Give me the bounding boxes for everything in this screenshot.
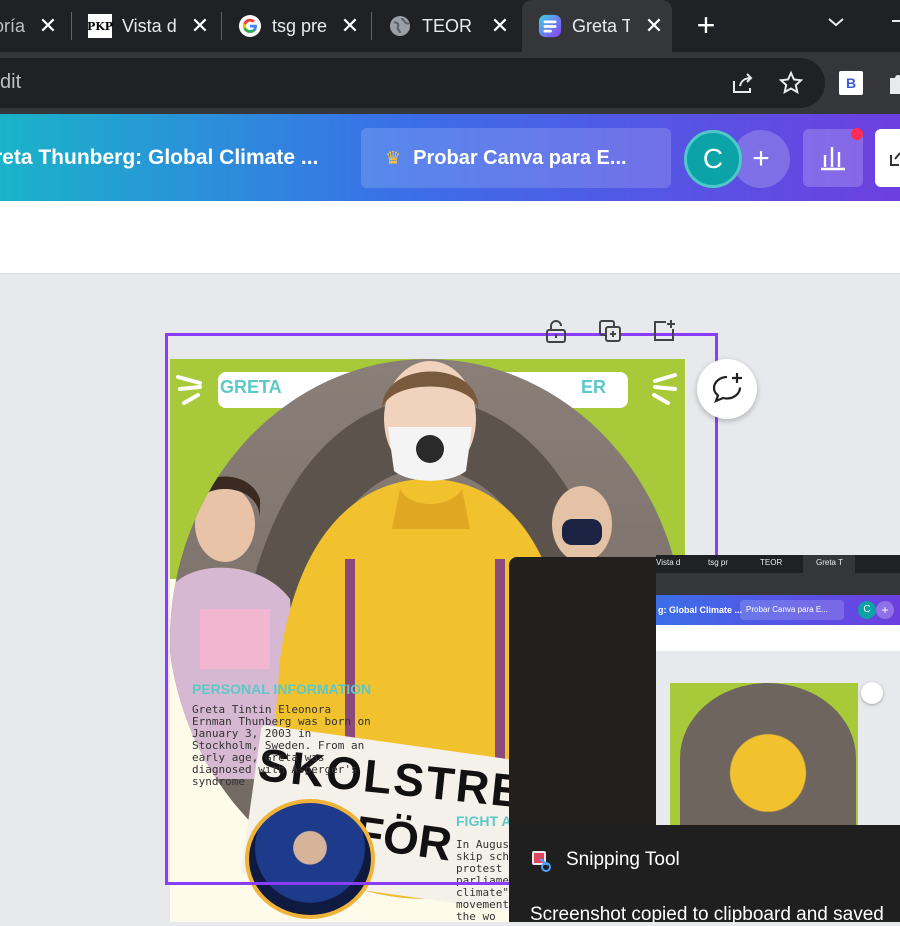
tab-search-chevron-icon[interactable] xyxy=(824,10,848,34)
thumb-photo xyxy=(680,683,856,825)
thumb-avatar: C xyxy=(858,601,876,619)
globe-icon xyxy=(388,14,412,38)
try-canva-button[interactable]: ♛ Probar Canva para E... xyxy=(361,128,671,188)
canva-favicon-icon xyxy=(538,14,562,38)
notification-app-name: Snipping Tool xyxy=(566,849,680,870)
tab-1-label: oría xyxy=(0,15,26,36)
tab-separator xyxy=(371,12,372,40)
tab-separator xyxy=(221,12,222,40)
close-icon[interactable]: ✕ xyxy=(642,14,666,38)
tab-2[interactable]: PKP Vista d ✕ xyxy=(88,0,218,52)
notification-message: Screenshot copied to clipboard and saved xyxy=(530,904,884,925)
thumb-tab-2: tsg pr xyxy=(708,558,729,567)
address-text: dit xyxy=(0,71,22,93)
notification-dot xyxy=(851,128,863,140)
add-comment-button[interactable] xyxy=(697,359,757,419)
lock-icon[interactable] xyxy=(543,318,569,344)
tab-strip: oría ✕ PKP Vista d ✕ tsg pre ✕ TEOR ✕ Gr… xyxy=(0,0,900,52)
tab-4[interactable]: TEOR ✕ xyxy=(388,0,518,52)
crown-icon: ♛ xyxy=(385,147,402,168)
extensions-puzzle-icon[interactable] xyxy=(886,70,900,96)
thumb-comment-icon xyxy=(861,682,883,704)
thumb-tab-3: TEOR xyxy=(760,558,783,567)
avatar[interactable]: C xyxy=(684,130,742,188)
tab-4-label: TEOR xyxy=(422,15,473,36)
bookmark-star-icon[interactable] xyxy=(778,70,804,96)
tab-1[interactable]: oría ✕ xyxy=(0,0,66,52)
close-icon[interactable]: ✕ xyxy=(36,14,60,38)
address-bar[interactable]: dit xyxy=(0,58,825,108)
thumb-try-label: Probar Canva para E... xyxy=(746,605,828,614)
snipping-tool-icon xyxy=(530,849,554,873)
duplicate-icon[interactable] xyxy=(597,318,623,344)
document-title[interactable]: reta Thunberg: Global Climate ... xyxy=(0,146,318,170)
share-button[interactable] xyxy=(875,129,900,187)
add-page-icon[interactable] xyxy=(651,318,677,344)
tab-3[interactable]: tsg pre ✕ xyxy=(238,0,368,52)
new-tab-button[interactable]: + xyxy=(690,8,722,44)
tab-3-label: tsg pre xyxy=(272,15,328,36)
editor-toolbar xyxy=(0,201,900,274)
thumb-add-button: + xyxy=(876,601,894,619)
close-icon[interactable]: ✕ xyxy=(188,14,212,38)
thumb-editor-bar xyxy=(656,625,900,651)
thumb-tab-4: Greta T xyxy=(816,558,843,567)
pkp-favicon-icon: PKP xyxy=(88,14,113,38)
share-page-icon[interactable] xyxy=(730,70,756,96)
try-canva-label: Probar Canva para E... xyxy=(413,146,627,169)
screenshot-thumbnail[interactable]: Vista d tsg pr TEOR Greta T g: Global Cl… xyxy=(656,555,900,825)
tab-2-label: Vista d xyxy=(122,15,177,36)
thumb-toolbar xyxy=(656,573,900,595)
extension-b-icon[interactable]: B xyxy=(839,71,863,95)
close-icon[interactable]: ✕ xyxy=(338,14,362,38)
minimize-icon[interactable] xyxy=(892,20,900,22)
close-icon[interactable]: ✕ xyxy=(488,14,512,38)
thumb-tab-1: Vista d xyxy=(656,558,681,567)
tab-5-label: Greta T xyxy=(572,15,630,36)
google-icon xyxy=(238,14,262,38)
snipping-tool-notification[interactable]: Snipping Tool Screenshot copied to clipb… xyxy=(509,825,900,925)
thumb-doc-title: g: Global Climate ... xyxy=(658,605,743,615)
tab-5-active[interactable]: Greta T ✕ xyxy=(522,0,672,52)
tab-separator xyxy=(71,12,72,40)
